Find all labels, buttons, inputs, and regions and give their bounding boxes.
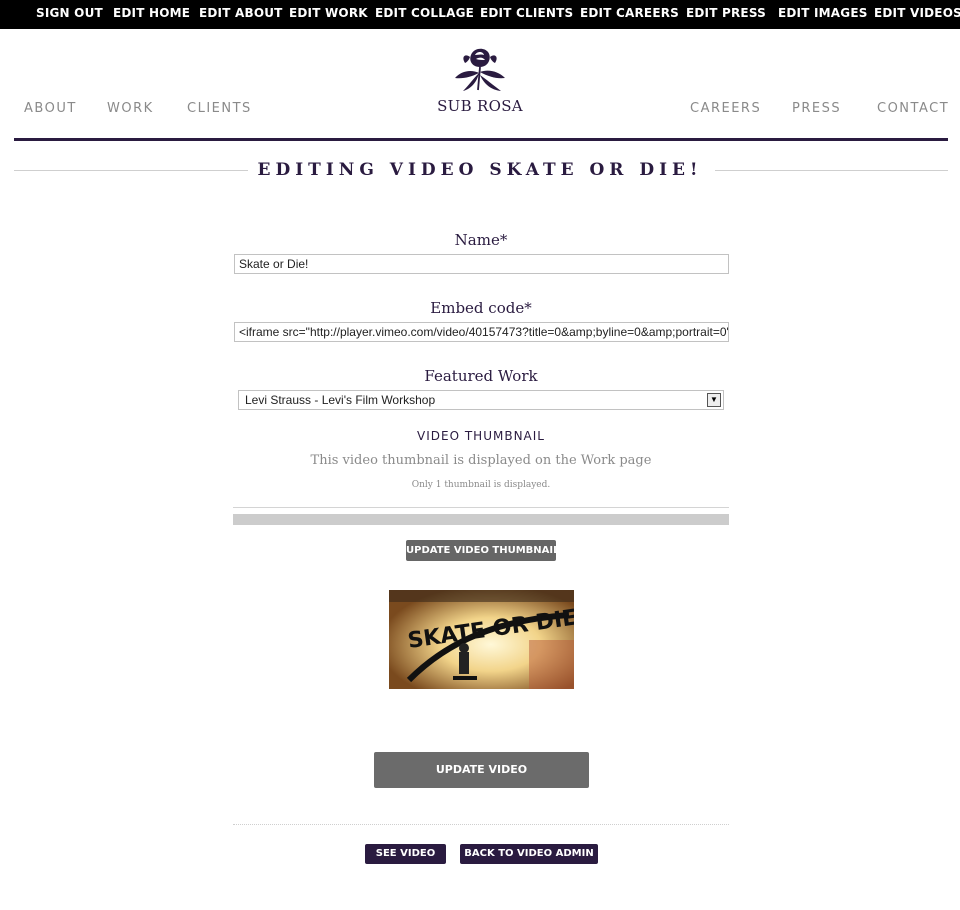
video-thumbnail-heading: VIDEO THUMBNAIL <box>417 429 545 443</box>
edit-videos-link[interactable]: EDIT VIDEOS <box>874 0 960 29</box>
update-video-button[interactable]: UPDATE VIDEO <box>374 752 589 788</box>
logo-text: SUB ROSA <box>437 97 523 115</box>
edit-images-link[interactable]: EDIT IMAGES <box>778 0 868 29</box>
edit-clients-link[interactable]: EDIT CLIENTS <box>480 0 573 29</box>
update-thumbnail-button[interactable]: UPDATE VIDEO THUMBNAIL <box>406 540 560 561</box>
back-to-video-admin-button[interactable]: BACK TO VIDEO ADMIN <box>460 844 598 864</box>
nav-contact[interactable]: CONTACT <box>877 101 949 116</box>
edit-about-link[interactable]: EDIT ABOUT <box>199 0 283 29</box>
edit-careers-link[interactable]: EDIT CAREERS <box>580 0 679 29</box>
sign-out-link[interactable]: SIGN OUT <box>36 0 103 29</box>
featured-work-value: Levi Strauss - Levi's Film Workshop <box>245 393 436 407</box>
featured-work-label: Featured Work <box>424 367 538 385</box>
title-line-left <box>14 170 248 171</box>
nav-careers[interactable]: CAREERS <box>690 101 761 116</box>
header-divider <box>14 138 948 141</box>
logo[interactable]: SUB ROSA <box>425 45 535 120</box>
edit-press-link[interactable]: EDIT PRESS <box>686 0 766 29</box>
video-thumbnail-image: SKATE OR DIE <box>389 590 574 689</box>
name-input[interactable]: Skate or Die! <box>234 254 729 274</box>
embed-code-input[interactable]: <iframe src="http://player.vimeo.com/vid… <box>234 322 729 342</box>
admin-bar: SIGN OUT EDIT HOME EDIT ABOUT EDIT WORK … <box>0 0 960 29</box>
thumbnail-description: This video thumbnail is displayed on the… <box>310 453 652 468</box>
chevron-down-icon[interactable]: ▼ <box>707 393 721 407</box>
name-label: Name* <box>454 231 508 249</box>
featured-work-select[interactable]: Levi Strauss - Levi's Film Workshop ▼ <box>238 390 724 410</box>
rose-icon <box>455 48 505 91</box>
nav-work[interactable]: WORK <box>107 101 154 116</box>
edit-work-link[interactable]: EDIT WORK <box>289 0 368 29</box>
embed-code-label: Embed code* <box>430 299 532 317</box>
edit-home-link[interactable]: EDIT HOME <box>113 0 190 29</box>
see-video-button[interactable]: SEE VIDEO <box>365 844 446 864</box>
page-title: EDITING VIDEO SKATE OR DIE! <box>257 160 703 180</box>
nav-about[interactable]: ABOUT <box>24 101 77 116</box>
nav-press[interactable]: PRESS <box>792 101 841 116</box>
thumbnail-divider <box>233 507 729 508</box>
nav-clients[interactable]: CLIENTS <box>187 101 252 116</box>
edit-collage-link[interactable]: EDIT COLLAGE <box>375 0 474 29</box>
title-line-right <box>715 170 948 171</box>
thumbnail-note: Only 1 thumbnail is displayed. <box>411 480 551 490</box>
upload-progress-bar <box>233 514 729 525</box>
footer-divider <box>233 824 729 825</box>
